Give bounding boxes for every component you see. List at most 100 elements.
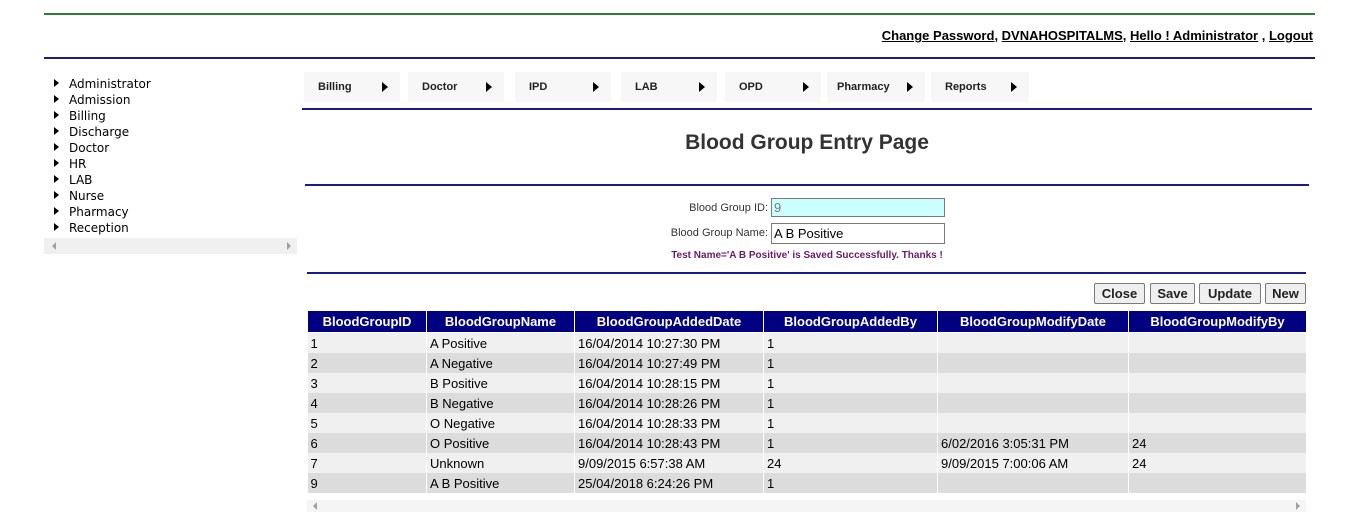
sidebar-item-hr[interactable]: HR: [54, 157, 86, 171]
logout-link[interactable]: Logout: [1269, 28, 1313, 43]
header-links: Change Password, DVNAHOSPITALMS, Hello !…: [881, 28, 1313, 43]
column-header[interactable]: BloodGroupModifyDate: [937, 310, 1129, 333]
menu-opd[interactable]: OPD: [725, 72, 821, 102]
table-cell: 2: [307, 353, 427, 373]
status-message: Test Name='A B Positive' is Saved Succes…: [671, 250, 943, 261]
table-cell: 9/09/2015 7:00:06 AM: [937, 453, 1129, 473]
table-cell: 6/02/2016 3:05:31 PM: [937, 433, 1129, 453]
sidebar-item-discharge[interactable]: Discharge: [54, 125, 129, 139]
sidebar-horizontal-scrollbar[interactable]: [44, 238, 297, 254]
table-row[interactable]: 4B Negative 16/04/2014 10:28:26 PM 1: [307, 393, 1307, 413]
table-cell: [1128, 332, 1307, 353]
table-row[interactable]: 9A B Positive 25/04/2018 6:24:26 PM 1: [307, 473, 1307, 493]
save-button[interactable]: Save: [1150, 283, 1195, 304]
column-header[interactable]: BloodGroupAddedBy: [763, 310, 938, 333]
sidebar-item-reception[interactable]: Reception: [54, 221, 129, 235]
table-cell: [937, 413, 1129, 433]
header-top-line: [44, 13, 1315, 15]
table-row[interactable]: 6O Positive 16/04/2014 10:28:43 PM 1 6/02/2…: [307, 433, 1307, 453]
submenu-arrow-icon: [593, 82, 599, 92]
table-cell: 24: [1128, 453, 1307, 473]
table-cell: 1: [763, 433, 938, 453]
sidebar-item-administrator[interactable]: Administrator: [54, 77, 151, 91]
table-cell: [937, 393, 1129, 413]
menu-doctor[interactable]: Doctor: [408, 72, 504, 102]
table-cell: 25/04/2018 6:24:26 PM: [574, 473, 764, 493]
table-cell: 16/04/2014 10:28:15 PM: [574, 373, 764, 393]
table-cell: A Negative: [426, 353, 575, 373]
table-row[interactable]: 5O Negative 16/04/2014 10:28:33 PM 1: [307, 413, 1307, 433]
table-cell: [937, 473, 1129, 493]
table-cell: 1: [763, 332, 938, 353]
hospital-link[interactable]: DVNAHOSPITALMS: [1002, 28, 1123, 43]
table-cell: 6: [307, 433, 427, 453]
table-cell: [937, 373, 1129, 393]
expand-arrow-icon: [54, 191, 59, 199]
table-row[interactable]: 1A Positive 16/04/2014 10:27:30 PM 1: [307, 332, 1307, 353]
form-divider: [307, 272, 1306, 274]
table-cell: 1: [763, 473, 938, 493]
table-row[interactable]: 2A Negative 16/04/2014 10:27:49 PM 1: [307, 353, 1307, 373]
table-cell: [937, 353, 1129, 373]
expand-arrow-icon: [54, 207, 59, 215]
sidebar-item-billing[interactable]: Billing: [54, 109, 106, 123]
column-header[interactable]: BloodGroupModifyBy: [1128, 310, 1307, 333]
menu-pharmacy[interactable]: Pharmacy: [827, 72, 925, 102]
page-title: Blood Group Entry Page: [685, 131, 929, 154]
change-password-link[interactable]: Change Password: [882, 28, 995, 43]
column-header[interactable]: BloodGroupName: [426, 310, 575, 333]
sidebar-item-doctor[interactable]: Doctor: [54, 141, 109, 155]
table-cell: 16/04/2014 10:28:33 PM: [574, 413, 764, 433]
table-cell: Unknown: [426, 453, 575, 473]
menu-divider: [302, 108, 1312, 110]
sidebar-item-admission[interactable]: Admission: [54, 93, 130, 107]
table-cell: 1: [763, 393, 938, 413]
table-cell: [1128, 473, 1307, 493]
submenu-arrow-icon: [803, 82, 809, 92]
close-button[interactable]: Close: [1094, 283, 1145, 304]
table-cell: 1: [307, 332, 427, 353]
table-body: 1A Positive 16/04/2014 10:27:30 PM 1 2 A Neg…: [307, 332, 1307, 493]
table-cell: 16/04/2014 10:27:49 PM: [574, 353, 764, 373]
table-cell: 7: [307, 453, 427, 473]
sidebar-item-nurse[interactable]: Nurse: [54, 189, 104, 203]
table-cell: 16/04/2014 10:28:43 PM: [574, 433, 764, 453]
table-row[interactable]: 7 Unknown 9/09/2015 6:57:38 AM 24 9/09/2015 …: [307, 453, 1307, 473]
sidebar-item-lab[interactable]: LAB: [54, 173, 92, 187]
table-cell: O Negative: [426, 413, 575, 433]
table-cell: 1: [763, 413, 938, 433]
table-cell: 24: [763, 453, 938, 473]
scroll-right-icon[interactable]: [287, 242, 291, 250]
table-cell: [1128, 393, 1307, 413]
table-cell: 16/04/2014 10:27:30 PM: [574, 332, 764, 353]
menu-ipd[interactable]: IPD: [515, 72, 611, 102]
update-button[interactable]: Update: [1199, 283, 1261, 304]
scroll-right-icon[interactable]: [1296, 502, 1300, 510]
sidebar-tree: Administrator Admission Billing Discharg…: [44, 72, 297, 254]
table-cell: [937, 332, 1129, 353]
table-cell: [1128, 373, 1307, 393]
blood-group-id-input[interactable]: [771, 198, 945, 217]
column-header[interactable]: BloodGroupID: [307, 310, 427, 333]
table-cell: 4: [307, 393, 427, 413]
table-cell: 24: [1128, 433, 1307, 453]
submenu-arrow-icon: [382, 82, 388, 92]
table-cell: A Positive: [426, 332, 575, 353]
new-button[interactable]: New: [1265, 283, 1306, 304]
menu-billing[interactable]: Billing: [304, 72, 400, 102]
menu-lab[interactable]: LAB: [621, 72, 717, 102]
menu-reports[interactable]: Reports: [931, 72, 1029, 102]
table-horizontal-scrollbar[interactable]: [307, 500, 1306, 512]
table-cell: 3: [307, 373, 427, 393]
table-row[interactable]: 3B Positive 16/04/2014 10:28:15 PM 1: [307, 373, 1307, 393]
submenu-arrow-icon: [907, 82, 913, 92]
sidebar-item-pharmacy[interactable]: Pharmacy: [54, 205, 129, 219]
expand-arrow-icon: [54, 95, 59, 103]
title-divider: [305, 184, 1309, 186]
column-header[interactable]: BloodGroupAddedDate: [574, 310, 764, 333]
scroll-left-icon[interactable]: [52, 242, 56, 250]
scroll-left-icon[interactable]: [313, 502, 317, 510]
greeting-link[interactable]: Hello ! Administrator: [1130, 28, 1258, 43]
blood-group-name-input[interactable]: [771, 223, 945, 244]
submenu-arrow-icon: [486, 82, 492, 92]
